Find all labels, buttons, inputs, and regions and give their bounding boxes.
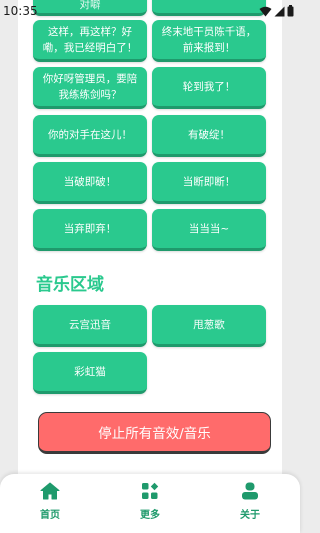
voice-button-label: 你的对手在这儿！ xyxy=(48,128,132,141)
stop-all-button[interactable]: 停止所有音效/音乐 xyxy=(38,412,271,454)
nav-item-more[interactable]: 更多 xyxy=(120,482,180,521)
voice-button-2[interactable]: 终末地干员陈千语，前来报到！ xyxy=(152,20,266,62)
nav-label-about: 关于 xyxy=(240,510,260,521)
voice-button-label: 当弃即弃！ xyxy=(63,222,117,235)
wifi-icon xyxy=(259,6,272,16)
voice-button-label: 有破绽！ xyxy=(188,128,230,141)
signal-icon xyxy=(274,6,285,16)
nav-item-home[interactable]: 首页 xyxy=(20,482,80,521)
voice-button-1[interactable]: 这样，再这样？好嘞，我已经明白了！ xyxy=(33,20,147,62)
nav-label-more: 更多 xyxy=(140,510,160,521)
status-bar: 10:35 xyxy=(0,0,300,22)
music-button-1[interactable]: 云宫迅音 xyxy=(33,305,147,347)
music-button-label: 彩虹猫 xyxy=(74,365,106,378)
voice-button-3[interactable]: 你好呀管理员，要陪我练练剑吗？ xyxy=(33,67,147,109)
voice-button-label: 当当当~ xyxy=(188,222,230,235)
more-icon xyxy=(142,482,159,499)
status-icons xyxy=(259,5,294,17)
voice-button-label: 你好呀管理员，要陪我练练剑吗？ xyxy=(42,72,138,101)
voice-button-9[interactable]: 当弃即弃！ xyxy=(33,209,147,251)
voice-button-7[interactable]: 当破即破！ xyxy=(33,162,147,204)
voice-button-label: 终末地干员陈千语，前来报到！ xyxy=(161,25,257,54)
stop-all-label: 停止所有音效/音乐 xyxy=(98,426,211,442)
voice-button-6[interactable]: 有破绽！ xyxy=(152,115,266,157)
nav-label-home: 首页 xyxy=(40,510,60,521)
music-button-label: 甩葱歌 xyxy=(193,318,225,331)
voice-button-label: 当破即破！ xyxy=(63,175,117,188)
voice-button-8[interactable]: 当断即断！ xyxy=(152,162,266,204)
music-button-3[interactable]: 彩虹猫 xyxy=(33,352,147,394)
home-icon xyxy=(40,482,60,500)
status-time: 10:35 xyxy=(3,4,38,18)
voice-button-10[interactable]: 当当当~ xyxy=(152,209,266,251)
music-button-label: 云宫迅音 xyxy=(69,318,111,331)
voice-button-label: 当断即断！ xyxy=(182,175,236,188)
battery-icon xyxy=(287,5,294,17)
voice-button-4[interactable]: 轮到我了！ xyxy=(152,67,266,109)
music-section-title: 音乐区域 xyxy=(36,275,104,295)
music-button-2[interactable]: 甩葱歌 xyxy=(152,305,266,347)
profile-icon xyxy=(242,482,258,500)
voice-button-label: 这样，再这样？好嘞，我已经明白了！ xyxy=(42,25,138,54)
voice-button-label: 轮到我了！ xyxy=(182,80,236,93)
voice-button-5[interactable]: 你的对手在这儿！ xyxy=(33,115,147,157)
bottom-nav: 首页 更多 关于 xyxy=(0,474,300,533)
nav-item-about[interactable]: 关于 xyxy=(220,482,280,521)
